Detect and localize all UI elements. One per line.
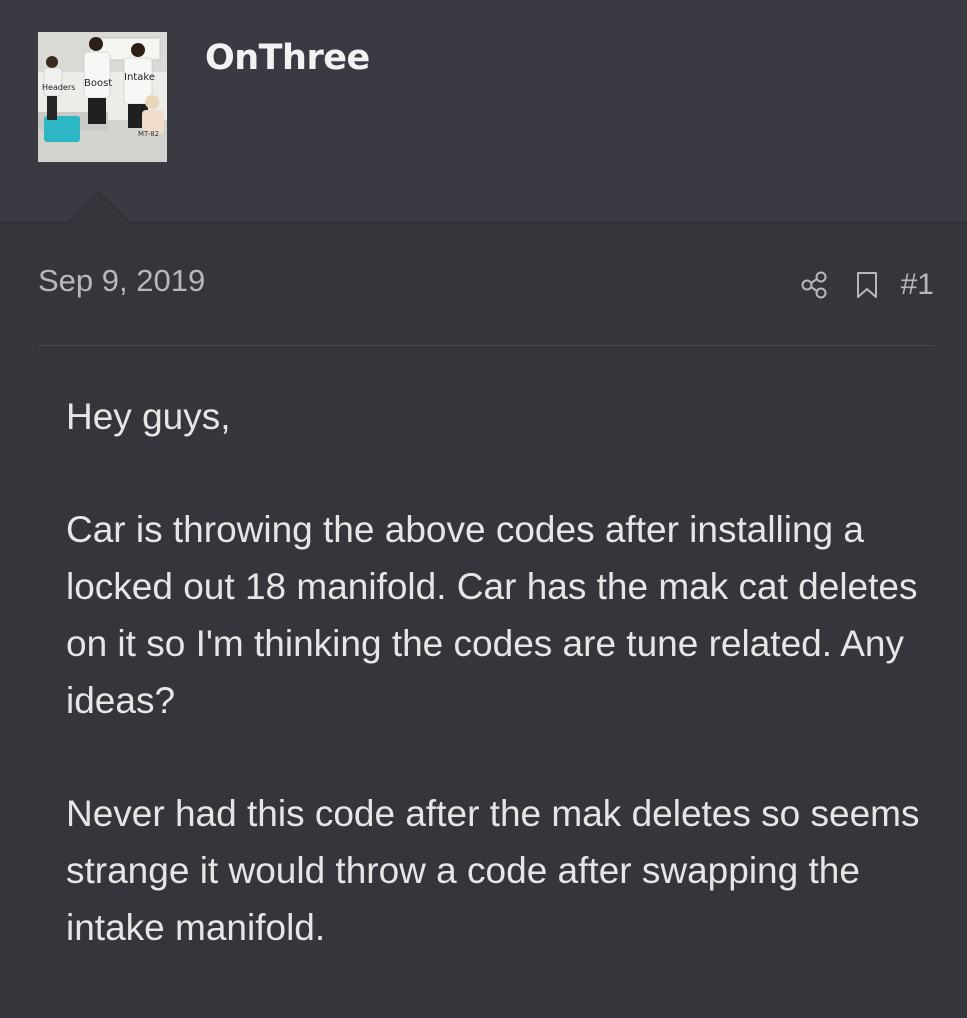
post-body: Hey guys, Car is throwing the above code… (66, 388, 926, 1012)
avatar-label-headers: Headers (42, 83, 75, 92)
post-paragraph: Never had this code after the mak delete… (66, 793, 920, 948)
post-paragraph: Car is throwing the above codes after in… (66, 509, 918, 721)
post-date[interactable]: Sep 9, 2019 (38, 263, 205, 299)
username[interactable]: OnThree (205, 38, 370, 78)
avatar-label-intake: Intake (124, 72, 155, 83)
post-actions: #1 (799, 263, 934, 307)
divider (38, 345, 934, 346)
avatar[interactable]: Headers Boost Intake MT-82 (38, 32, 167, 162)
bookmark-icon[interactable] (855, 270, 879, 300)
avatar-label-boost: Boost (84, 78, 112, 89)
post-meta: Sep 9, 2019 #1 (38, 263, 934, 307)
avatar-label-mt82: MT-82 (138, 130, 159, 138)
post-header: Headers Boost Intake MT-82 OnThree (0, 0, 967, 223)
post-number-link[interactable]: #1 (901, 268, 934, 302)
forum-post: Headers Boost Intake MT-82 OnThree Sep 9… (0, 0, 967, 1018)
share-icon[interactable] (799, 270, 829, 300)
avatar-meme-image: Headers Boost Intake MT-82 (38, 32, 167, 162)
header-pointer (69, 192, 129, 223)
post-paragraph: Hey guys, (66, 396, 231, 437)
